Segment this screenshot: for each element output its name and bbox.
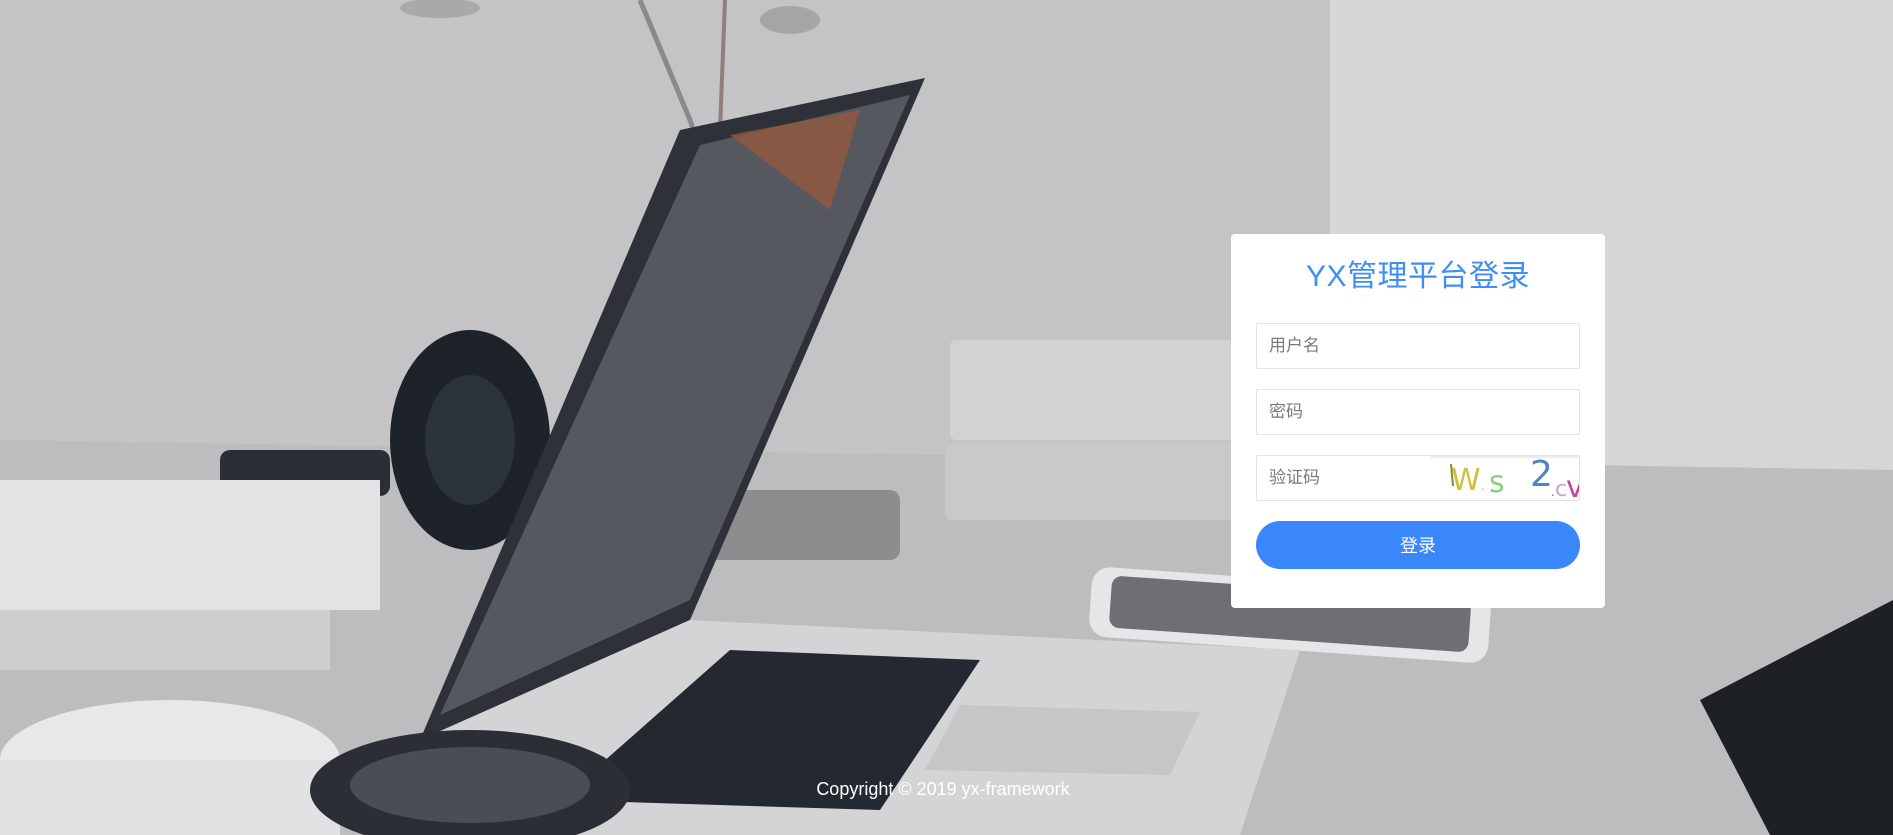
- login-page: YX管理平台登录 W . s 2 . c v 登录 Copyright ©: [0, 0, 1893, 835]
- captcha-field: W . s 2 . c v: [1256, 455, 1580, 501]
- password-input[interactable]: [1257, 390, 1579, 434]
- book-left-bottom: [0, 610, 330, 670]
- login-title: YX管理平台登录: [1305, 260, 1531, 293]
- headphones-cup: [425, 375, 515, 505]
- username-field: [1256, 323, 1580, 369]
- book-left: [0, 480, 380, 610]
- copyright-text: Copyright © 2019 yx-framework: [816, 779, 1070, 799]
- leaf-icon: [760, 6, 820, 34]
- background-photo: [0, 0, 1893, 835]
- login-card: YX管理平台登录 W . s 2 . c v 登录: [1231, 234, 1605, 608]
- login-button[interactable]: 登录: [1256, 521, 1580, 569]
- book-stack: [945, 445, 1265, 520]
- captcha-char: .: [1481, 479, 1485, 493]
- captcha-char: s: [1489, 465, 1505, 500]
- username-input[interactable]: [1257, 324, 1579, 368]
- book-stack: [950, 340, 1260, 440]
- captcha-char: W: [1451, 463, 1481, 498]
- captcha-char: v: [1566, 470, 1579, 500]
- captcha-input[interactable]: [1257, 456, 1427, 500]
- captcha-char: 2: [1530, 456, 1553, 495]
- captcha-image[interactable]: W . s 2 . c v: [1431, 456, 1579, 500]
- password-field: [1256, 389, 1580, 435]
- laptop-trackpad: [925, 705, 1200, 775]
